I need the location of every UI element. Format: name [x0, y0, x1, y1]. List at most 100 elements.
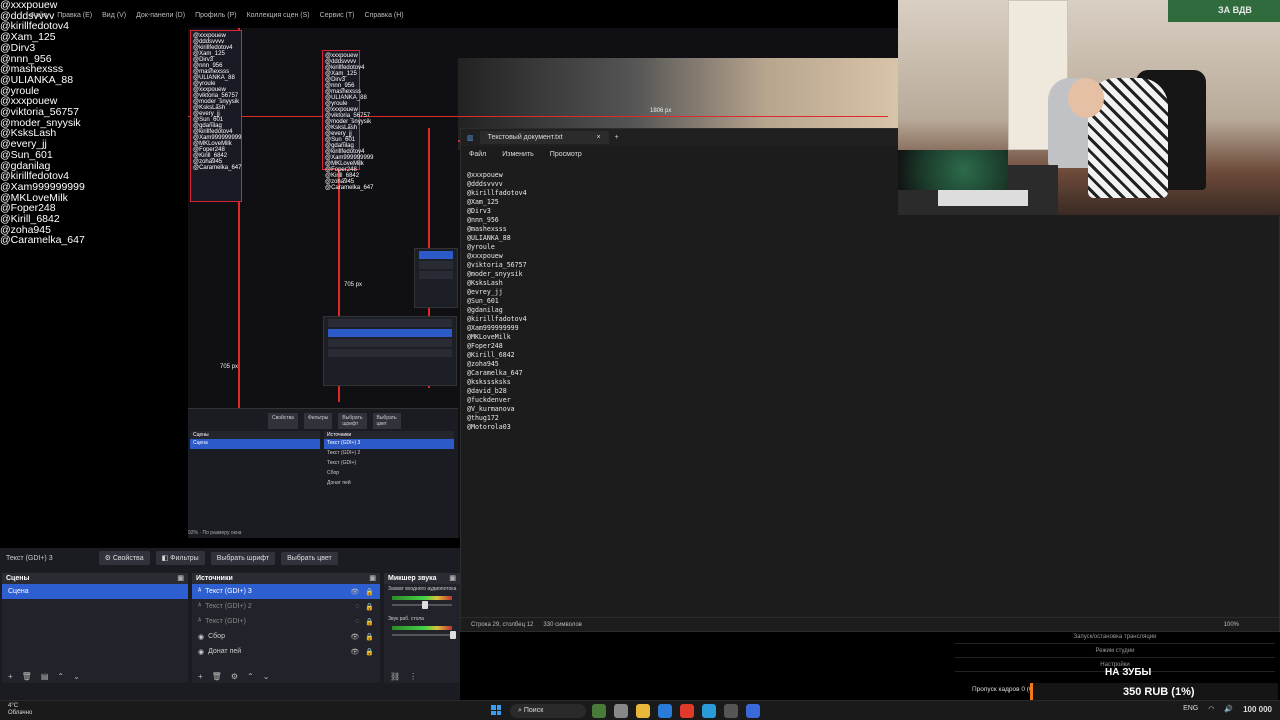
obs-menu-item[interactable]: Вид (V): [102, 12, 126, 25]
eye-icon[interactable]: ◌: [355, 618, 359, 626]
notepad-tab[interactable]: Текстовый документ.txt ×: [479, 131, 609, 144]
notepad-line: @Caramelka_647: [467, 369, 523, 377]
eye-icon[interactable]: ◌: [355, 603, 359, 611]
notepad-taskbar-icon[interactable]: [746, 704, 760, 718]
menu-file[interactable]: Файл: [469, 151, 486, 158]
mixer-channel-1-label: Захват входного аудиопотока: [388, 586, 457, 592]
taskbar: 4°C Облачно ⌕ Поиск ENG ◠ 🔊 100 000: [0, 700, 1280, 720]
source-item[interactable]: ◉ Донат пей 👁 🔒: [192, 644, 380, 659]
char-count: 330 символов: [543, 621, 582, 628]
sources-panel: Источники ▣ ᴬ Текст (GDI+) 3 👁 🔒 ᴬ Текст (GD…: [192, 573, 380, 683]
start-stream-button[interactable]: Запуск/остановка трансляции: [955, 630, 1275, 644]
notepad-line: @Xam_125: [467, 198, 499, 206]
source-item[interactable]: ᴬ Текст (GDI+) ◌ 🔒: [192, 614, 380, 629]
source-item[interactable]: ᴬ Текст (GDI+) 2 ◌ 🔒: [192, 599, 380, 614]
volume-slider-2[interactable]: [392, 631, 456, 639]
obs-menu-item[interactable]: Коллекция сцен (S): [247, 12, 310, 25]
add-icon[interactable]: +: [198, 672, 203, 681]
scene-item[interactable]: Сцена: [2, 584, 188, 599]
preview-zoom-row: 92% · По размеру окна: [188, 530, 242, 536]
properties-button[interactable]: ⚙ Свойства: [98, 551, 150, 565]
notepad-line: @kirillfadotov4: [467, 189, 527, 197]
chevron-up-icon[interactable]: ⌃: [57, 672, 64, 681]
obs-icon[interactable]: [724, 704, 738, 718]
obs-menu-item[interactable]: Профиль (P): [195, 12, 237, 25]
selected-source-label: Текст (GDI+) 3: [6, 554, 53, 562]
donation-goal-bar: 350 RUB (1%): [1030, 683, 1278, 700]
dock-pin-icon[interactable]: ▣: [369, 574, 376, 582]
mini-obs-window: [323, 316, 457, 386]
more-icon[interactable]: ⋮: [409, 672, 417, 681]
notepad-text-area[interactable]: @xxxpouew @dddsvvvv @kirillfadotov4 @Xam_12…: [467, 171, 527, 432]
trash-icon[interactable]: 🗑: [22, 672, 32, 681]
menu-view[interactable]: Просмотр: [550, 151, 582, 158]
dock-pin-icon[interactable]: ▣: [177, 574, 184, 582]
wifi-icon[interactable]: ◠: [1208, 705, 1214, 714]
obs-menu-item[interactable]: Сервис (T): [320, 12, 355, 25]
obs-menubar: Файл Правка (E) Вид (V) Док-панели (D) Профи…: [0, 12, 460, 25]
obs-menu-item[interactable]: Правка (E): [57, 12, 92, 25]
start-button[interactable]: [491, 705, 501, 715]
tray-language[interactable]: ENG: [1183, 705, 1198, 714]
close-icon[interactable]: ×: [597, 134, 601, 141]
notepad-line: @evrey_jj: [467, 288, 503, 296]
source-toolbar: Текст (GDI+) 3 ⚙ Свойства ◧ Фильтры Выбр…: [0, 548, 460, 568]
lock-icon[interactable]: 🔒: [365, 618, 374, 626]
add-icon[interactable]: +: [8, 672, 13, 681]
source-item[interactable]: ◉ Сбор 👁 🔒: [192, 629, 380, 644]
source-item[interactable]: ᴬ Текст (GDI+) 3 👁 🔒: [192, 584, 380, 599]
chevron-down-icon[interactable]: ⌄: [73, 672, 80, 681]
notepad-line: @david_b28: [467, 387, 507, 395]
explorer-icon[interactable]: [636, 704, 650, 718]
menu-edit[interactable]: Изменить: [502, 151, 534, 158]
lock-icon[interactable]: 🔒: [365, 588, 374, 596]
taskbar-search[interactable]: ⌕ Поиск: [510, 704, 586, 718]
notepad-line: @gdanilag: [467, 306, 503, 314]
browser-source-icon: ◉: [198, 633, 205, 641]
lock-icon[interactable]: 🔒: [365, 633, 374, 641]
notepad-line: @Foper248: [467, 342, 503, 350]
person-head: [1068, 78, 1104, 118]
trash-icon[interactable]: 🗑: [212, 672, 222, 681]
dropped-frames: Пропуск кадров 0 (0: [972, 686, 1033, 693]
gear-icon[interactable]: ⚙: [231, 672, 238, 681]
edge-icon[interactable]: [658, 704, 672, 718]
notepad-line: @ULIANKA_88: [467, 234, 511, 242]
filter-icon[interactable]: ▤: [41, 672, 49, 681]
filters-button[interactable]: ◧ Фильтры: [155, 551, 205, 565]
audio-mixer-panel: Микшер звука ▣ Захват входного аудиопоток…: [384, 573, 460, 683]
lock-icon[interactable]: 🔒: [365, 603, 374, 611]
link-icon[interactable]: ⛓: [390, 672, 400, 681]
chevron-down-icon[interactable]: ⌄: [263, 672, 270, 681]
mini-obs-window-2: [414, 248, 458, 308]
app-icon[interactable]: [592, 704, 606, 718]
keyboard: [938, 190, 1028, 206]
obs-menu-item[interactable]: Справка (H): [365, 12, 404, 25]
task-view-icon[interactable]: [614, 704, 628, 718]
new-tab-icon[interactable]: +: [615, 134, 619, 141]
chevron-up-icon[interactable]: ⌃: [247, 672, 254, 681]
notepad-line: @nnn_956: [467, 216, 499, 224]
studio-mode-button[interactable]: Режим студии: [955, 644, 1275, 658]
speaker-icon[interactable]: 🔊: [1224, 705, 1233, 714]
weather-widget[interactable]: 4°C Облачно: [8, 703, 32, 717]
eye-icon[interactable]: 👁: [350, 648, 359, 656]
notepad-line: @thug172: [467, 414, 499, 422]
notepad-line: @fuckdenver: [467, 396, 511, 404]
select-font-button[interactable]: Выбрать шрифт: [210, 551, 276, 565]
eye-icon[interactable]: 👁: [350, 588, 359, 596]
notepad-line: @Motorola03: [467, 423, 511, 431]
volume-slider-1[interactable]: [392, 601, 452, 609]
lock-icon[interactable]: 🔒: [365, 648, 374, 656]
dock-pin-icon[interactable]: ▣: [449, 574, 456, 582]
wall-flag: ЗА ВДВ: [1168, 0, 1280, 22]
notepad-line: @MKLoveMilk: [467, 333, 511, 341]
notepad-line: @KsksLash: [467, 279, 503, 287]
telegram-icon[interactable]: [702, 704, 716, 718]
obs-menu-item[interactable]: Файл: [30, 12, 47, 25]
eye-icon[interactable]: 👁: [350, 633, 359, 641]
select-color-button[interactable]: Выбрать цвет: [281, 551, 338, 565]
obs-menu-item[interactable]: Док-панели (D): [136, 12, 185, 25]
yandex-browser-icon[interactable]: [680, 704, 694, 718]
cursor-position: Строка 29, столбец 12: [471, 621, 534, 628]
